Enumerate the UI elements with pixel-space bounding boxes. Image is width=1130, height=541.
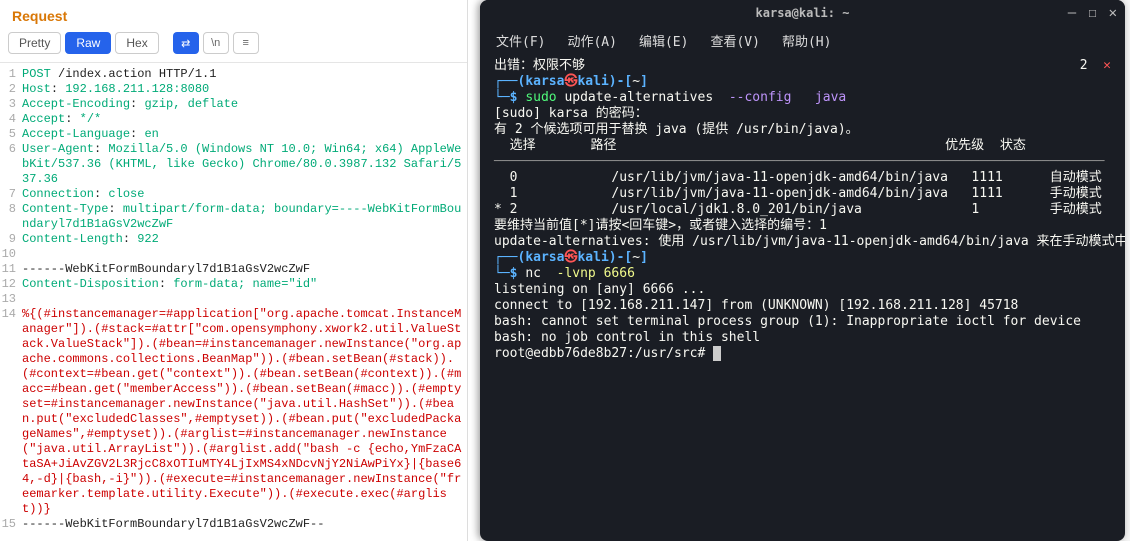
menu-item[interactable]: 帮助(H) [782, 31, 831, 50]
line-number: 11 [0, 262, 22, 277]
line-text: ------WebKitFormBoundaryl7d1B1aGsV2wcZwF [22, 262, 467, 277]
code-line: 9Content-Length: 922 [0, 232, 467, 247]
code-line: 1POST /index.action HTTP/1.1 [0, 67, 467, 82]
terminal-window: karsa@kali: ~ — ☐ ✕ 文件(F) 动作(A) 编辑(E) 查看(V)… [480, 0, 1125, 541]
tab-raw[interactable]: Raw [65, 32, 111, 54]
line-text: Accept-Language: en [22, 127, 467, 142]
line-text: Content-Type: multipart/form-data; bound… [22, 202, 467, 232]
terminal-line: └─$ nc -lvnp 6666 [494, 266, 1111, 282]
tab-pretty[interactable]: Pretty [8, 32, 61, 54]
line-text: Accept-Encoding: gzip, deflate [22, 97, 467, 112]
terminal-menubar: 文件(F) 动作(A) 编辑(E) 查看(V) 帮助(H) [480, 26, 1125, 54]
tab-close-icon[interactable]: ✕ [1103, 58, 1111, 73]
line-number: 14 [0, 307, 22, 517]
line-number: 2 [0, 82, 22, 97]
line-number: 15 [0, 517, 22, 532]
terminal-line: ┌──(karsa㉿kali)-[~] [494, 74, 1111, 90]
line-number: 1 [0, 67, 22, 82]
error-text: 出错：权限不够 [494, 58, 585, 74]
menu-item[interactable]: 查看(V) [710, 31, 759, 50]
terminal-line: 0 /usr/lib/jvm/java-11-openjdk-amd64/bin… [494, 170, 1111, 186]
tab-hex[interactable]: Hex [115, 32, 158, 54]
line-number: 6 [0, 142, 22, 187]
code-line: 4Accept: */* [0, 112, 467, 127]
tab-count: 2 [1080, 58, 1088, 73]
request-panel: Request Pretty Raw Hex ⇄ \n ≡ 1POST /ind… [0, 0, 468, 541]
request-toolbar: Pretty Raw Hex ⇄ \n ≡ [0, 28, 467, 63]
line-number: 13 [0, 292, 22, 307]
line-text: Connection: close [22, 187, 467, 202]
terminal-line: 有 2 个候选项可用于替换 java (提供 /usr/bin/java)。 [494, 122, 1111, 138]
terminal-line: connect to [192.168.211.147] from (UNKNO… [494, 298, 1111, 314]
terminal-body[interactable]: 出错：权限不够2 ✕┌──(karsa㉿kali)-[~]└─$ sudo up… [480, 54, 1125, 541]
line-text: Content-Length: 922 [22, 232, 467, 247]
code-line: 2Host: 192.168.211.128:8080 [0, 82, 467, 97]
terminal-line: 要维持当前值[*]请按<回车键>，或者键入选择的编号：1 [494, 218, 1111, 234]
terminal-titlebar[interactable]: karsa@kali: ~ — ☐ ✕ [480, 0, 1125, 26]
line-number: 3 [0, 97, 22, 112]
code-line: 12Content-Disposition: form-data; name="… [0, 277, 467, 292]
terminal-line: 选择 路径 优先级 状态 [494, 138, 1111, 154]
line-text: Host: 192.168.211.128:8080 [22, 82, 467, 97]
request-title: Request [0, 0, 467, 28]
toggle-wrap-icon[interactable]: ⇄ [173, 32, 199, 54]
code-line: 3Accept-Encoding: gzip, deflate [0, 97, 467, 112]
terminal-line: bash: cannot set terminal process group … [494, 314, 1111, 330]
line-text [22, 247, 467, 262]
menu-item[interactable]: 编辑(E) [639, 31, 688, 50]
terminal-line: update-alternatives: 使用 /usr/lib/jvm/jav… [494, 234, 1111, 250]
line-text: Content-Disposition: form-data; name="id… [22, 277, 467, 292]
terminal-line: listening on [any] 6666 ... [494, 282, 1111, 298]
terminal-line: └─$ sudo update-alternatives --config ja… [494, 90, 1111, 106]
newline-icon[interactable]: \n [203, 32, 229, 54]
menu-item[interactable]: 动作(A) [567, 31, 616, 50]
terminal-line: [sudo] karsa 的密码： [494, 106, 1111, 122]
code-line: 5Accept-Language: en [0, 127, 467, 142]
terminal-error-row: 出错：权限不够 2 ✕ [494, 58, 1111, 74]
terminal-line: ────────────────────────────────────────… [494, 154, 1111, 170]
line-text: %{(#instancemanager=#application["org.ap… [22, 307, 467, 517]
code-line: 11------WebKitFormBoundaryl7d1B1aGsV2wcZ… [0, 262, 467, 277]
tab-close-group: 2 ✕ [1080, 58, 1111, 74]
code-line: 10 [0, 247, 467, 262]
terminal-line: root@edbb76de8b27:/usr/src# _ [494, 346, 1111, 362]
terminal-title: karsa@kali: ~ [480, 6, 1125, 20]
code-line: 14%{(#instancemanager=#application["org.… [0, 307, 467, 517]
line-text: User-Agent: Mozilla/5.0 (Windows NT 10.0… [22, 142, 467, 187]
code-line: 8Content-Type: multipart/form-data; boun… [0, 202, 467, 232]
line-text: Accept: */* [22, 112, 467, 127]
hamburger-icon[interactable]: ≡ [233, 32, 259, 54]
terminal-line: ┌──(karsa㉿kali)-[~] [494, 250, 1111, 266]
line-number: 8 [0, 202, 22, 232]
code-line: 13 [0, 292, 467, 307]
line-number: 12 [0, 277, 22, 292]
terminal-line: 1 /usr/lib/jvm/java-11-openjdk-amd64/bin… [494, 186, 1111, 202]
minimize-icon[interactable]: — [1068, 5, 1076, 21]
close-icon[interactable]: ✕ [1109, 5, 1117, 21]
terminal-line: * 2 /usr/local/jdk1.8.0_201/bin/java 1 手… [494, 202, 1111, 218]
maximize-icon[interactable]: ☐ [1088, 5, 1096, 21]
code-line: 6User-Agent: Mozilla/5.0 (Windows NT 10.… [0, 142, 467, 187]
line-number: 7 [0, 187, 22, 202]
line-text: POST /index.action HTTP/1.1 [22, 67, 467, 82]
line-number: 4 [0, 112, 22, 127]
terminal-line: bash: no job control in this shell [494, 330, 1111, 346]
request-body[interactable]: 1POST /index.action HTTP/1.12Host: 192.1… [0, 63, 467, 536]
line-number: 10 [0, 247, 22, 262]
line-text [22, 292, 467, 307]
code-line: 15------WebKitFormBoundaryl7d1B1aGsV2wcZ… [0, 517, 467, 532]
menu-item[interactable]: 文件(F) [496, 31, 545, 50]
line-number: 5 [0, 127, 22, 142]
line-text: ------WebKitFormBoundaryl7d1B1aGsV2wcZwF… [22, 517, 467, 532]
code-line: 7Connection: close [0, 187, 467, 202]
line-number: 9 [0, 232, 22, 247]
